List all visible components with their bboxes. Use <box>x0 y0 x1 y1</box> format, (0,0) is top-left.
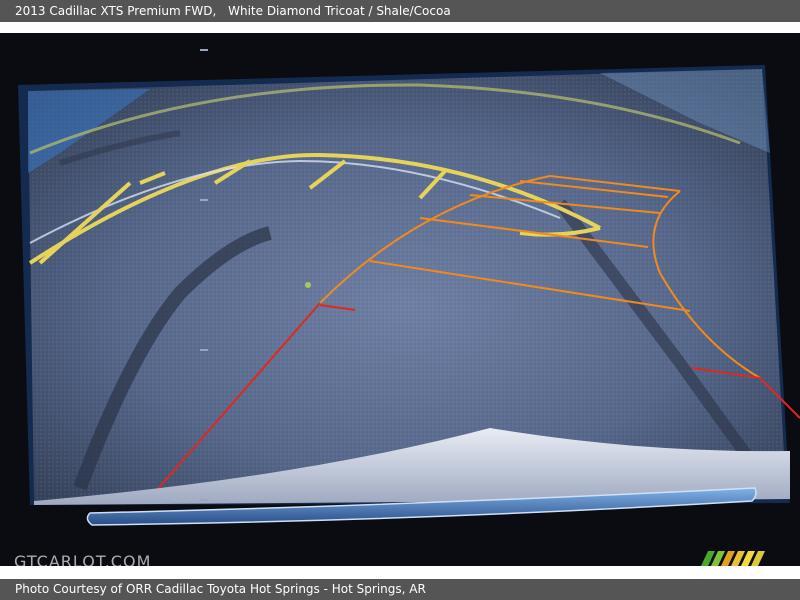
site-watermark: GTCARLOT.COM <box>14 552 152 566</box>
vehicle-title: 2013 Cadillac XTS Premium FWD, <box>15 4 217 18</box>
photo-credit-bar: Photo Courtesy of ORR Cadillac Toyota Ho… <box>0 579 800 600</box>
spacer-bottom <box>0 566 800 579</box>
vehicle-color: White Diamond Tricoat / Shale/Cocoa <box>228 4 451 18</box>
pavement-texture <box>28 69 786 501</box>
backup-camera-photo: GTCARLOT.COM <box>0 33 800 566</box>
photo-caption-bar: 2013 Cadillac XTS Premium FWD, White Dia… <box>0 0 800 22</box>
camera-screen-graphic <box>0 33 800 566</box>
camera-center-dot <box>305 282 311 288</box>
photo-credit: Photo Courtesy of ORR Cadillac Toyota Ho… <box>15 582 426 596</box>
spacer-top <box>0 22 800 33</box>
